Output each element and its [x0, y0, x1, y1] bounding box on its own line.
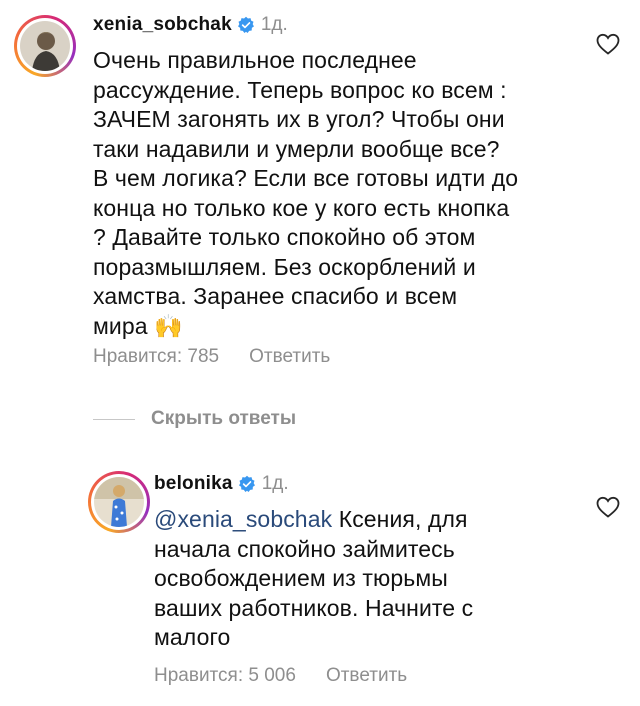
comment-body: Очень правильное последнее рассуждение. … [93, 47, 519, 339]
comment-text: @xenia_sobchak Ксения, для начала спокой… [154, 505, 574, 653]
comment-text: Очень правильное последнее рассуждение. … [93, 46, 573, 341]
verified-badge-icon [237, 16, 254, 33]
raising-hands-emoji: 🙌 [154, 312, 183, 339]
verified-badge-icon [238, 475, 255, 492]
reply-button[interactable]: Ответить [326, 665, 407, 687]
likes-count[interactable]: Нравится: 5 006 [154, 665, 296, 687]
comment-header: xenia_sobchak 1д. [93, 14, 288, 36]
heart-outline-icon[interactable] [596, 33, 620, 55]
avatar-belonika[interactable] [88, 471, 150, 533]
reply-button[interactable]: Ответить [249, 346, 330, 368]
username[interactable]: belonika [154, 473, 233, 495]
mention-link[interactable]: @xenia_sobchak [154, 506, 332, 532]
comment-actions: Нравится: 5 006 Ответить [154, 665, 437, 687]
timestamp: 1д. [261, 473, 289, 494]
comment-actions: Нравится: 785 Ответить [93, 346, 360, 368]
comment-header: belonika 1д. [154, 473, 289, 495]
heart-outline-icon[interactable] [596, 496, 620, 518]
hide-replies-row[interactable]: Скрыть ответы [93, 408, 296, 430]
timestamp: 1д. [260, 14, 288, 35]
hide-replies-button[interactable]: Скрыть ответы [151, 408, 296, 430]
username[interactable]: xenia_sobchak [93, 14, 232, 36]
avatar-xenia[interactable] [14, 15, 76, 77]
divider [93, 418, 135, 420]
likes-count[interactable]: Нравится: 785 [93, 346, 219, 368]
